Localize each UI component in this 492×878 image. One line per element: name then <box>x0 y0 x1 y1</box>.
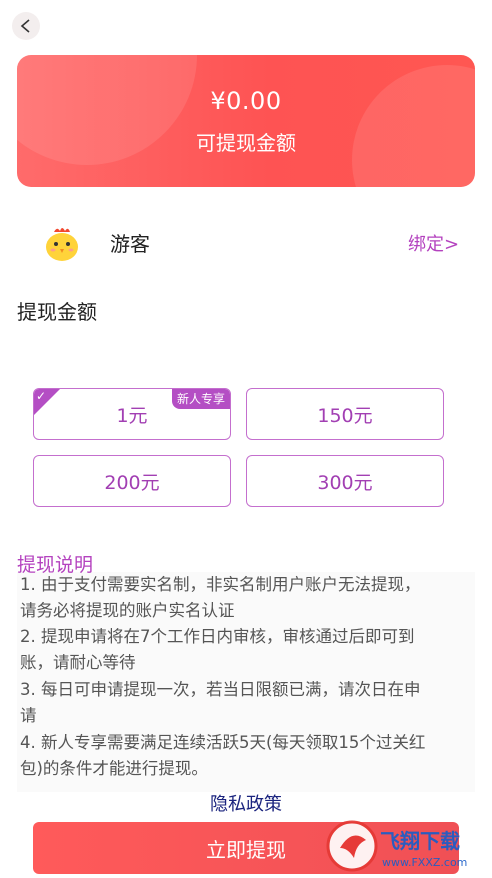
back-button[interactable] <box>12 12 40 40</box>
balance-card: ¥0.00 可提现金额 <box>17 55 475 187</box>
privacy-policy-link[interactable]: 隐私政策 <box>0 790 492 816</box>
amount-option-200[interactable]: 200元 <box>33 455 231 507</box>
note-line: 请务必将提现的账户实名认证 <box>20 601 235 620</box>
note-line: 账，请耐心等待 <box>20 653 136 672</box>
new-user-badge: 新人专享 <box>171 389 230 409</box>
note-line: 4. 新人专享需要满足连续活跃5天(每天领取15个过关红 <box>20 733 426 752</box>
chevron-left-icon <box>20 19 30 33</box>
svg-text:飞翔下载: 飞翔下载 <box>380 829 460 853</box>
withdraw-button-label: 立即提现 <box>206 837 286 862</box>
bind-account-link[interactable]: 绑定> <box>408 230 459 256</box>
note-line: 3. 每日可申请提现一次，若当日限额已满，请次日在申 <box>20 680 421 699</box>
note-line: 包)的条件才能进行提现。 <box>20 759 208 778</box>
balance-amount: ¥0.00 <box>210 87 282 115</box>
note-line: 1. 由于支付需要实名制，非实名制用户账户无法提现， <box>20 575 421 594</box>
amount-option-label: 1元 <box>116 404 148 427</box>
note-line: 2. 提现申请将在7个工作日内审核，审核通过后即可到 <box>20 627 415 646</box>
amount-option-150[interactable]: 150元 <box>246 388 444 440</box>
user-name: 游客 <box>110 232 150 256</box>
svg-text:www.FXXZ.com: www.FXXZ.com <box>382 856 467 869</box>
amount-option-300[interactable]: 300元 <box>246 455 444 507</box>
amount-option-label: 200元 <box>104 471 160 494</box>
card-decoration-circle <box>352 65 475 187</box>
withdraw-amount-title: 提现金额 <box>17 300 97 324</box>
amount-option-label: 150元 <box>317 404 373 427</box>
note-line: 请 <box>20 706 37 725</box>
chick-avatar-icon <box>40 220 84 264</box>
site-watermark-logo: 飞翔下载 www.FXXZ.com <box>326 818 486 874</box>
balance-label: 可提现金额 <box>196 131 296 155</box>
check-icon: ✓ <box>36 389 47 403</box>
amount-option-label: 300元 <box>317 471 373 494</box>
amount-option-1[interactable]: ✓ 新人专享 1元 <box>33 388 231 440</box>
